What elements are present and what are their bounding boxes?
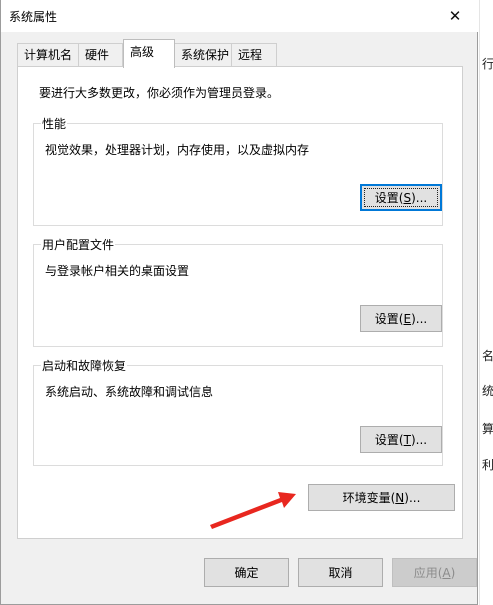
startup-recovery-group-title: 启动和故障恢复 xyxy=(41,357,128,374)
button-label-prefix: 设置( xyxy=(374,312,404,326)
advanced-tab-panel: 要进行大多数更改，你必须作为管理员登录。 性能 视觉效果，处理器计划，内存使用，… xyxy=(17,66,463,539)
startup-recovery-settings-button[interactable]: 设置(T)... xyxy=(360,426,442,453)
startup-recovery-group: 启动和故障恢复 系统启动、系统故障和调试信息 设置(T)... xyxy=(33,357,443,466)
title-bar[interactable]: 系统属性 ✕ xyxy=(1,0,478,32)
system-properties-dialog: 系统属性 ✕ 计算机名 硬件 高级 系统保护 远程 要进行大多数更改，你必须作为… xyxy=(0,0,478,605)
accelerator-key: E xyxy=(403,311,412,326)
background-text-fragment: 统 xyxy=(482,384,493,398)
user-profiles-description: 与登录帐户相关的桌面设置 xyxy=(45,264,190,278)
tab-hardware[interactable]: 硬件 xyxy=(78,43,123,67)
cancel-button[interactable]: 取消 xyxy=(298,558,383,587)
tab-system-protection[interactable]: 系统保护 xyxy=(174,43,232,67)
tab-advanced[interactable]: 高级 xyxy=(123,39,175,68)
performance-group: 性能 视觉效果，处理器计划，内存使用，以及虚拟内存 设置(S)... xyxy=(33,115,443,226)
button-label-prefix: 环境变量( xyxy=(342,491,396,505)
startup-recovery-description: 系统启动、系统故障和调试信息 xyxy=(45,385,214,399)
button-label-prefix: 设置( xyxy=(374,433,404,447)
performance-group-title: 性能 xyxy=(41,115,68,132)
background-window-edge xyxy=(479,0,480,605)
close-icon: ✕ xyxy=(448,6,462,25)
button-label-prefix: 应用( xyxy=(413,566,443,580)
close-button[interactable]: ✕ xyxy=(432,0,478,31)
tab-computer-name[interactable]: 计算机名 xyxy=(17,43,79,67)
button-label-prefix: 设置( xyxy=(374,191,404,205)
tab-remote[interactable]: 远程 xyxy=(231,43,277,67)
background-text-fragment: 利 xyxy=(482,458,493,472)
window-title: 系统属性 xyxy=(9,10,58,24)
performance-description: 视觉效果，处理器计划，内存使用，以及虚拟内存 xyxy=(45,143,310,157)
apply-button[interactable]: 应用(A) xyxy=(392,558,477,587)
accelerator-key: S xyxy=(403,190,412,205)
user-profiles-group-title: 用户配置文件 xyxy=(41,236,116,253)
background-text-fragment: 算 xyxy=(482,422,493,436)
button-label-suffix: )... xyxy=(411,311,428,326)
user-profiles-group: 用户配置文件 与登录帐户相关的桌面设置 设置(E)... xyxy=(33,236,443,347)
button-label-suffix: )... xyxy=(410,432,428,447)
environment-variables-button[interactable]: 环境变量(N)... xyxy=(308,484,455,511)
performance-settings-button[interactable]: 设置(S)... xyxy=(360,184,442,211)
accelerator-key: T xyxy=(403,432,411,447)
admin-notice: 要进行大多数更改，你必须作为管理员登录。 xyxy=(39,86,280,100)
background-text-fragment: 名 xyxy=(482,349,493,363)
user-profiles-settings-button[interactable]: 设置(E)... xyxy=(360,305,442,332)
button-label-suffix: )... xyxy=(404,490,421,505)
background-text-fragment: 行 xyxy=(482,57,493,71)
button-label-suffix: )... xyxy=(411,190,428,205)
accelerator-key: A xyxy=(442,565,451,580)
button-label-suffix: ) xyxy=(450,565,456,580)
accelerator-key: N xyxy=(395,490,405,505)
ok-button[interactable]: 确定 xyxy=(204,558,289,587)
